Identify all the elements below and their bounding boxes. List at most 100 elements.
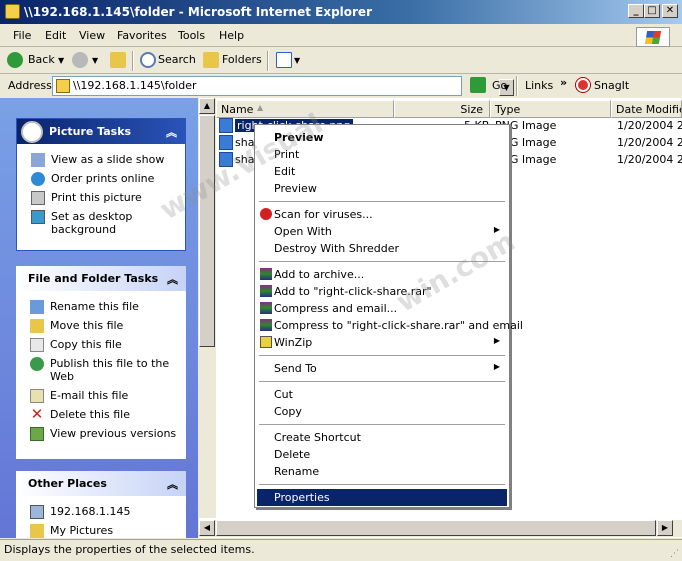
folders-button[interactable]: Folders [222,53,262,66]
menu-item-compress-email[interactable]: Compress and email... [257,300,507,317]
network-folder-icon [56,79,70,93]
search-icon[interactable] [140,52,156,68]
virus-scan-icon [260,208,272,220]
forward-dropdown-icon[interactable]: ▼ [92,56,98,65]
task-move[interactable]: Move this file [24,316,186,335]
address-input[interactable]: \\192.168.1.145\folder ▼ [52,76,514,96]
menu-edit[interactable]: Edit [45,29,66,42]
task-label: Print this picture [51,191,142,204]
folder-icon [5,4,20,19]
rar-icon [260,285,272,297]
forward-arrow-icon[interactable] [72,52,88,68]
task-order-prints[interactable]: Order prints online [25,169,185,188]
submenu-arrow-icon: ▶ [493,336,500,345]
close-button[interactable]: ✕ [662,4,678,18]
search-button[interactable]: Search [158,53,196,66]
menu-item-properties[interactable]: Properties [257,489,507,506]
views-dropdown-icon[interactable]: ▼ [294,56,300,65]
vertical-scrollbar[interactable]: ▲ [199,98,216,518]
column-header-size[interactable]: Size [394,100,490,118]
menu-item-cut[interactable]: Cut [257,386,507,403]
up-folder-icon[interactable] [110,52,126,68]
snagit-icon[interactable] [576,78,590,92]
task-set-desktop[interactable]: Set as desktop background [25,207,185,239]
column-header-type[interactable]: Type [490,100,611,118]
menu-item-send-to[interactable]: Send To ▶ [257,360,507,377]
email-icon [30,389,44,403]
task-email[interactable]: E-mail this file [24,386,186,405]
collapse-chevron-icon[interactable]: ︽ [167,271,178,287]
toolbar-overflow-icon[interactable]: » [560,76,567,89]
menu-file[interactable]: File [13,29,31,42]
menu-view[interactable]: View [79,29,105,42]
task-slideshow[interactable]: View as a slide show [25,150,185,169]
column-header-date[interactable]: Date Modified [611,100,682,118]
snagit-button[interactable]: SnagIt [594,79,629,92]
scroll-up-icon[interactable]: ▲ [199,98,215,114]
menu-item-winzip[interactable]: WinZip ▶ [257,334,507,351]
menu-item-print[interactable]: Print [257,146,507,163]
maximize-button[interactable]: □ [644,4,660,18]
back-dropdown-icon[interactable]: ▼ [58,56,64,65]
collapse-chevron-icon[interactable]: ︽ [167,476,178,492]
links-button[interactable]: Links [525,79,553,92]
menu-item-edit[interactable]: Edit [257,163,507,180]
horizontal-scrollbar[interactable]: ◀ ▶ [199,520,682,537]
back-button[interactable]: Back [28,53,55,66]
collapse-chevron-icon[interactable]: ︽ [166,124,177,140]
go-arrow-icon[interactable] [470,77,486,93]
scroll-thumb[interactable] [216,520,656,536]
task-publish[interactable]: Publish this file to the Web [24,354,186,386]
scroll-left-icon[interactable]: ◀ [199,520,215,536]
place-network-host[interactable]: 192.168.1.145 [24,502,186,521]
back-arrow-icon[interactable] [7,52,23,68]
menu-tools[interactable]: Tools [178,29,205,42]
menu-item-copy[interactable]: Copy [257,403,507,420]
image-file-icon [219,118,233,133]
picture-tasks-header[interactable]: Picture Tasks ︽ [17,119,185,144]
menu-item-destroy-shredder[interactable]: Destroy With Shredder [257,240,507,257]
views-icon[interactable] [276,52,292,68]
task-print-picture[interactable]: Print this picture [25,188,185,207]
go-button[interactable]: Go [492,79,507,92]
task-rename[interactable]: Rename this file [24,297,186,316]
folders-icon[interactable] [203,52,219,68]
task-previous-versions[interactable]: View previous versions [24,424,186,443]
column-header-name[interactable]: Name ▲ [216,100,394,118]
picture-tasks-icon [21,121,43,143]
menu-item-compress-rar-email[interactable]: Compress to "right-click-share.rar" and … [257,317,523,334]
menu-item-preview[interactable]: Preview [257,180,507,197]
place-my-pictures[interactable]: My Pictures [24,521,186,538]
menu-favorites[interactable]: Favorites [117,29,167,42]
address-label: Address [8,79,52,92]
picture-tasks-panel: Picture Tasks ︽ View as a slide show Ord… [16,118,186,251]
scroll-right-icon[interactable]: ▶ [657,520,673,536]
menu-item-scan-viruses[interactable]: Scan for viruses... [257,206,507,223]
menu-item-create-shortcut[interactable]: Create Shortcut [257,429,507,446]
menu-item-open-with[interactable]: Open With ▶ [257,223,507,240]
slideshow-icon [31,153,45,167]
file-tasks-title: File and Folder Tasks [28,272,159,285]
task-label: Delete this file [50,408,130,421]
address-bar: Address \\192.168.1.145\folder ▼ Go Link… [0,75,682,97]
file-tasks-header[interactable]: File and Folder Tasks ︽ [16,266,186,291]
resize-grip-icon[interactable]: ⋰ [670,549,679,559]
task-label: View previous versions [50,427,177,440]
menu-item-add-to-archive[interactable]: Add to archive... [257,266,507,283]
task-delete[interactable]: ✕ Delete this file [24,405,186,424]
file-date: 1/20/2004 2: [617,119,682,132]
menu-help[interactable]: Help [219,29,244,42]
file-folder-tasks-panel: File and Folder Tasks ︽ Rename this file… [16,266,186,459]
menu-bar: File Edit View Favorites Tools Help [0,25,682,47]
other-places-header[interactable]: Other Places ︽ [16,471,186,496]
menu-item-add-to-rar[interactable]: Add to "right-click-share.rar" [257,283,507,300]
scroll-thumb[interactable] [199,115,215,347]
menu-item-rename[interactable]: Rename [257,463,507,480]
task-label: Publish this file to the Web [50,357,170,383]
menu-item-preview-default[interactable]: Preview [257,129,507,146]
window-title: \\192.168.1.145\folder - Microsoft Inter… [24,5,372,19]
minimize-button[interactable]: _ [628,4,644,18]
task-copy[interactable]: Copy this file [24,335,186,354]
menu-item-delete[interactable]: Delete [257,446,507,463]
image-file-icon [219,152,233,167]
